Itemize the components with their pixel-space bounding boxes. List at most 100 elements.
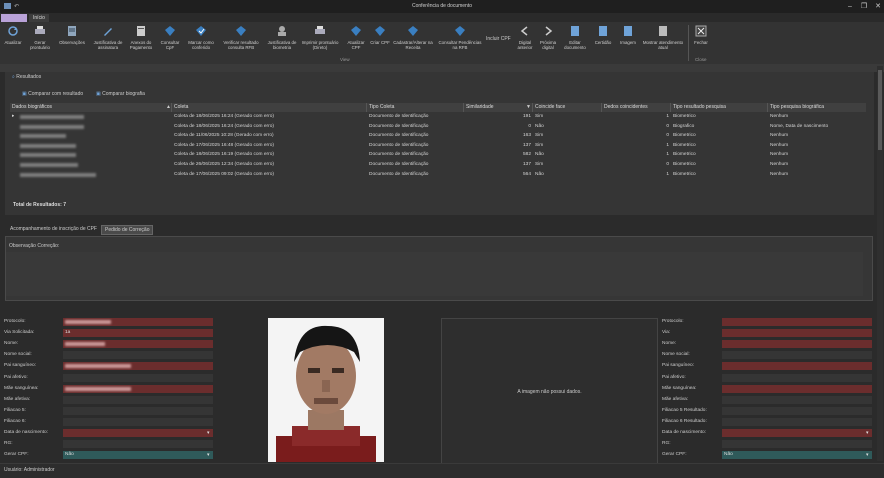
no-image-panel: A imagem não possui dados. xyxy=(441,318,658,464)
payment-attachments-button[interactable]: Anexos do Pagamento xyxy=(127,24,155,50)
field-value[interactable]: 1a xyxy=(63,329,213,338)
mark-checked-button[interactable]: Marcar como conferido xyxy=(186,24,216,50)
previous-digital-button[interactable]: Digital anterior xyxy=(514,24,536,50)
table-row[interactable]: Coleta de 11/06/2025 10:28 (Gerado com e… xyxy=(10,131,866,141)
field-value[interactable] xyxy=(63,429,213,437)
compare-bio-button[interactable]: ▣ Comparar biografia xyxy=(96,90,145,98)
col-dados[interactable]: Dados biográficos xyxy=(10,103,172,112)
col-pesquisa[interactable]: Tipo pesquisa biográfica xyxy=(768,103,866,112)
field-value[interactable] xyxy=(63,406,213,415)
field-label: Filiacao 6: xyxy=(4,418,26,424)
tab-acompanhamento[interactable]: Acompanhamento de inscrição de CPF xyxy=(7,225,100,233)
scrollbar-thumb[interactable] xyxy=(878,70,882,150)
field-value[interactable] xyxy=(63,384,213,393)
signature-justification-button[interactable]: Justificativa de assinatura xyxy=(92,24,124,50)
field-value[interactable] xyxy=(722,329,872,338)
col-coleta[interactable]: Coleta xyxy=(172,103,367,112)
refresh-button[interactable]: Atualizar xyxy=(2,24,24,45)
field-value[interactable] xyxy=(722,384,872,393)
print-direct-button[interactable]: Imprimir prontuário (Direto) xyxy=(300,24,340,50)
field-value[interactable] xyxy=(63,351,213,360)
table-row[interactable]: Coleta de 26/06/2025 12:34 (Gerado com e… xyxy=(10,160,866,170)
chevron-down-icon[interactable]: ▾ xyxy=(207,430,210,436)
sort-desc-icon: ▼ xyxy=(526,104,531,110)
chevron-down-icon[interactable]: ▾ xyxy=(866,452,869,458)
col-resultado[interactable]: Tipo resultado pesquisa xyxy=(671,103,768,112)
minimize-icon[interactable]: – xyxy=(845,2,855,11)
field-value[interactable] xyxy=(63,417,213,426)
table-row[interactable]: Coleta de 17/06/2025 09:02 (Gerado com e… xyxy=(10,170,866,180)
field-value[interactable]: Não xyxy=(722,451,872,460)
field-value[interactable] xyxy=(63,395,213,404)
image-button[interactable]: Imagem xyxy=(616,24,640,45)
chevron-down-icon[interactable]: ▾ xyxy=(866,430,869,436)
next-digital-button[interactable]: Próxima digital xyxy=(537,24,559,50)
observations-button[interactable]: Observações xyxy=(56,24,88,45)
status-user: Usuário: Administrador xyxy=(4,467,55,473)
biometry-justification-button[interactable]: Justificativa de biometria xyxy=(266,24,298,50)
close-icon[interactable]: ✕ xyxy=(873,2,883,11)
field-value[interactable] xyxy=(63,318,213,326)
field-label: Mãe sanguínea: xyxy=(4,385,39,391)
field-value[interactable] xyxy=(722,318,872,326)
table-row[interactable]: Coleta de 18/06/2025 16:24 (Gerado com e… xyxy=(10,122,866,132)
field-value[interactable] xyxy=(63,440,213,449)
field-value[interactable] xyxy=(722,351,872,360)
field-value[interactable] xyxy=(63,373,213,382)
field-value[interactable] xyxy=(722,440,872,449)
tab-pedido-correcao[interactable]: Pedido de Correção xyxy=(101,225,154,235)
col-tipo[interactable]: Tipo Coleta xyxy=(367,103,464,112)
update-cpf-button[interactable]: Atualizar CPF xyxy=(344,24,368,50)
field-value[interactable] xyxy=(722,417,872,426)
col-similaridade[interactable]: Similaridade xyxy=(464,103,533,112)
cell-sim: 137 xyxy=(522,162,531,167)
show-current-button[interactable]: Mostrar atendimento atual xyxy=(641,24,685,50)
table-row[interactable]: ▸ Coleta de 18/06/2025 16:24 (Gerado com … xyxy=(10,112,866,122)
compare-result-button[interactable]: ▣ Comparar com resultado xyxy=(22,90,83,98)
cell-pesquisa: Nenhum xyxy=(770,171,789,177)
cell-pesquisa: Nenhum xyxy=(770,162,789,167)
show-current-label: Mostrar atendimento atual xyxy=(642,40,684,50)
field-value[interactable] xyxy=(63,362,213,371)
field-label: Pai sanguíneo: xyxy=(4,363,37,369)
certificate-button[interactable]: Certidão xyxy=(591,24,615,45)
redacted-name xyxy=(20,124,84,129)
redacted-name xyxy=(20,163,78,167)
close-button[interactable]: Fechar xyxy=(690,24,712,45)
close-label: Fechar xyxy=(694,40,708,45)
cell-dedos: 0 xyxy=(666,133,669,139)
field-value[interactable] xyxy=(722,429,872,437)
field-value[interactable] xyxy=(722,340,872,349)
generate-record-button[interactable]: Gerar prontuário xyxy=(27,24,53,50)
compare-result-label: Comparar com resultado xyxy=(28,91,84,97)
edit-document-button[interactable]: Editar documento xyxy=(562,24,588,50)
include-cpf-button[interactable]: Incluir CPF xyxy=(486,36,512,42)
col-dedos[interactable]: Dedos coincidentes xyxy=(602,103,671,112)
obs-textarea[interactable] xyxy=(6,252,863,296)
verify-rfb-button[interactable]: Verificar resultado consulta RFB xyxy=(219,24,263,50)
maximize-icon[interactable]: ❐ xyxy=(859,2,869,11)
field-label: Via Solicitada: xyxy=(4,330,35,336)
field-value[interactable]: Não xyxy=(63,451,213,460)
col-face[interactable]: Coincide face xyxy=(533,103,602,112)
consult-cpf-button[interactable]: Consultar CpF xyxy=(157,24,183,50)
table-row[interactable]: Coleta de 18/06/2025 16:19 (Gerado com e… xyxy=(10,150,866,160)
field-label: Nome: xyxy=(4,341,19,347)
field-value[interactable] xyxy=(722,395,872,404)
register-receita-button[interactable]: Cadastrar/Alterar na Receita xyxy=(392,24,434,50)
field-label: Via: xyxy=(662,330,671,336)
cell-sim: 582 xyxy=(522,152,531,158)
create-cpf-button[interactable]: Criar CPF xyxy=(370,24,390,45)
redacted-name xyxy=(20,134,66,139)
file-tab[interactable] xyxy=(1,14,27,22)
cell-tipo: Documento de Identificação xyxy=(369,162,429,167)
field-value[interactable] xyxy=(63,340,213,349)
field-value[interactable] xyxy=(722,373,872,382)
tab-inicio[interactable]: Início xyxy=(29,14,49,22)
field-value[interactable] xyxy=(722,362,872,371)
table-row[interactable]: Coleta de 17/06/2025 16:48 (Gerado com e… xyxy=(10,141,866,151)
consult-pending-button[interactable]: Consultar Pendências na RFB xyxy=(437,24,483,50)
field-value[interactable] xyxy=(722,406,872,415)
field-label: Data de nascimento: xyxy=(4,430,48,435)
chevron-down-icon[interactable]: ▾ xyxy=(207,452,210,458)
